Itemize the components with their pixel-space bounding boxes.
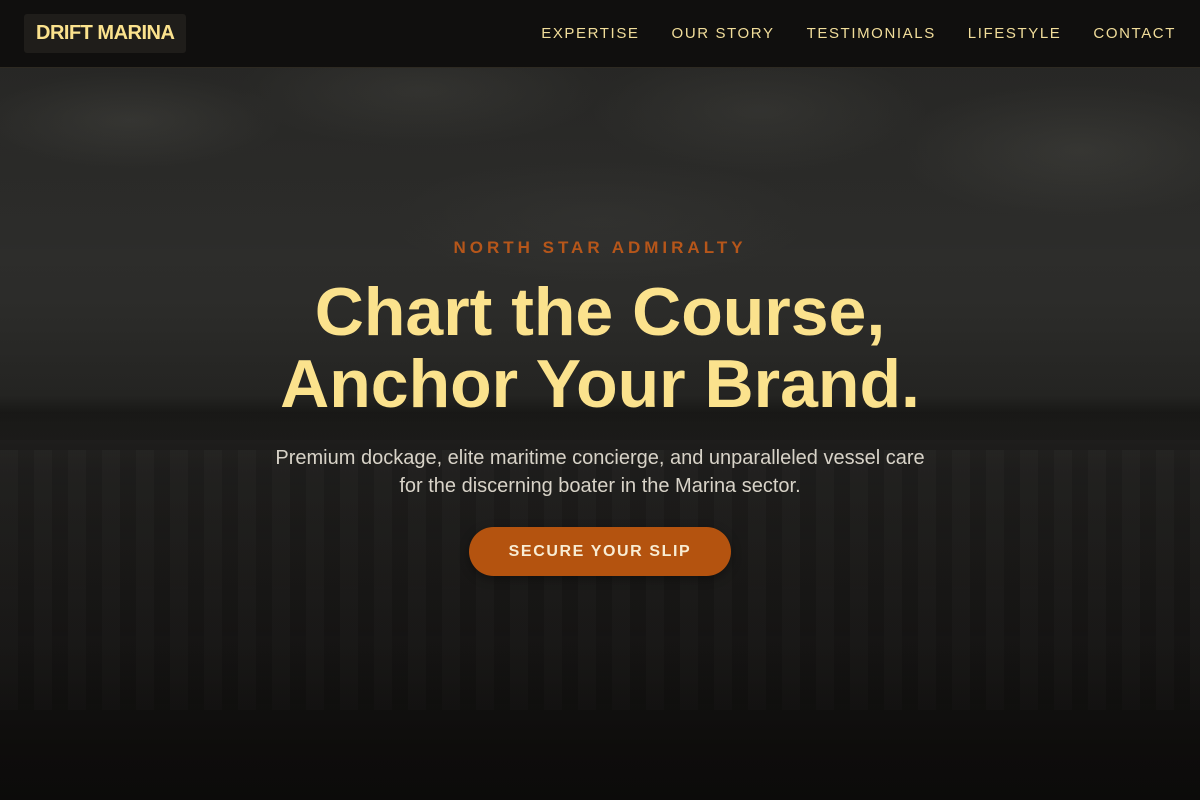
main-nav: EXPERTISE OUR STORY TESTIMONIALS LIFESTY… — [509, 25, 1176, 42]
page: DRIFT MARINA EXPERTISE OUR STORY TESTIMO… — [0, 0, 1200, 800]
hero-section: NORTH STAR ADMIRALTY Chart the Course, A… — [0, 0, 1200, 800]
hero-subtitle: Premium dockage, elite maritime concierg… — [275, 447, 925, 497]
hero-eyebrow: NORTH STAR ADMIRALTY — [453, 238, 747, 257]
site-logo[interactable]: DRIFT MARINA — [24, 14, 187, 53]
hero-headline-line-2: Anchor Your Brand. — [280, 346, 920, 422]
hero-headline: Chart the Course, Anchor Your Brand. — [0, 276, 1200, 420]
nav-link-lifestyle[interactable]: LIFESTYLE — [968, 25, 1062, 42]
nav-link-testimonials[interactable]: TESTIMONIALS — [807, 25, 936, 42]
nav-link-contact[interactable]: CONTACT — [1093, 25, 1176, 42]
hero-headline-line-1: Chart the Course, — [314, 274, 886, 350]
nav-link-our-story[interactable]: OUR STORY — [672, 25, 775, 42]
secure-slip-button[interactable]: SECURE YOUR SLIP — [469, 527, 731, 576]
nav-link-expertise[interactable]: EXPERTISE — [541, 25, 639, 42]
site-header: DRIFT MARINA EXPERTISE OUR STORY TESTIMO… — [0, 0, 1200, 68]
